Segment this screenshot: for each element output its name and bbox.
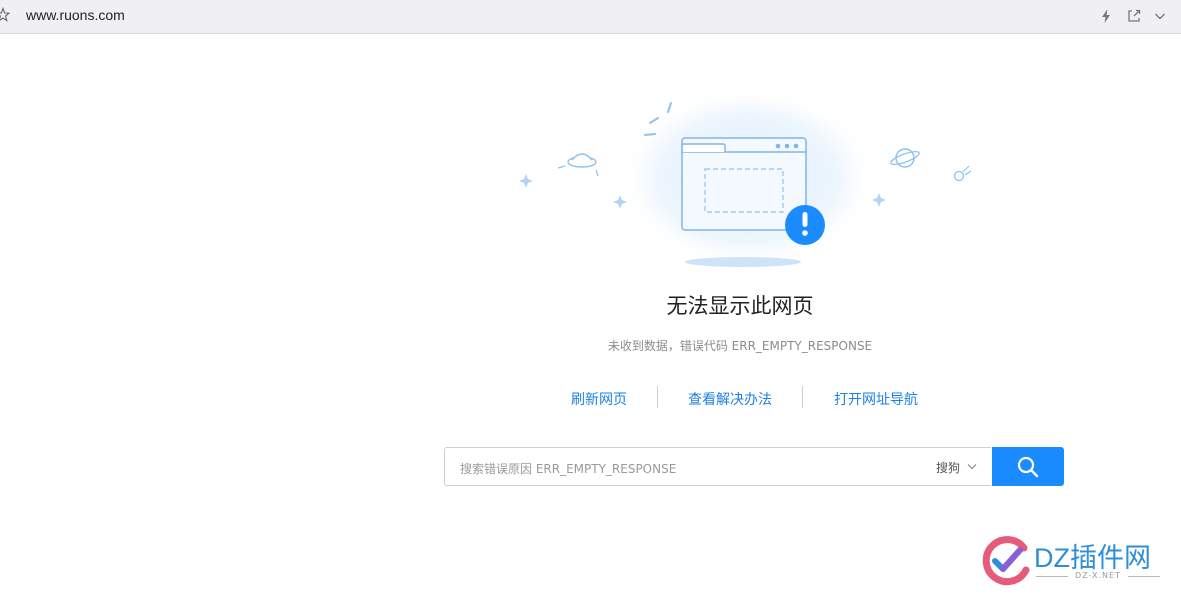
lightning-icon[interactable] — [1098, 8, 1114, 24]
divider — [657, 386, 658, 408]
open-navigation-link[interactable]: 打开网址导航 — [834, 389, 918, 409]
sparkle-icon — [519, 174, 533, 188]
exclamation-icon — [785, 205, 825, 245]
browser-address-bar: www.ruons.com — [0, 0, 1181, 34]
chevron-down-icon[interactable] — [1152, 8, 1168, 24]
url-text[interactable]: www.ruons.com — [26, 7, 125, 23]
dz-logo-icon — [982, 536, 1030, 586]
search-input[interactable]: 搜索错误原因 ERR_EMPTY_RESPONSE 搜狗 — [444, 447, 991, 486]
divider — [1128, 576, 1160, 577]
refresh-link[interactable]: 刷新网页 — [571, 389, 627, 409]
search-placeholder: 搜索错误原因 ERR_EMPTY_RESPONSE — [460, 462, 677, 476]
search-button[interactable] — [992, 447, 1064, 486]
view-solutions-link[interactable]: 查看解决办法 — [688, 389, 772, 409]
comet-icon — [953, 165, 972, 182]
divider — [802, 386, 803, 408]
planet-icon — [890, 148, 920, 168]
search-icon — [1017, 456, 1039, 478]
error-title: 无法显示此网页 — [666, 294, 814, 318]
search-bar: 搜索错误原因 ERR_EMPTY_RESPONSE 搜狗 — [444, 447, 1064, 486]
error-subtitle: 未收到数据，错误代码 ERR_EMPTY_RESPONSE — [607, 339, 873, 353]
ufo-icon — [557, 153, 599, 177]
search-engine-select[interactable]: 搜狗 — [936, 459, 960, 476]
share-icon[interactable] — [1126, 8, 1142, 24]
bookmark-star-icon[interactable] — [0, 7, 10, 23]
error-illustration — [519, 90, 972, 270]
chevron-down-icon[interactable] — [967, 463, 977, 470]
watermark-brand: DZ插件网 — [1034, 543, 1151, 573]
